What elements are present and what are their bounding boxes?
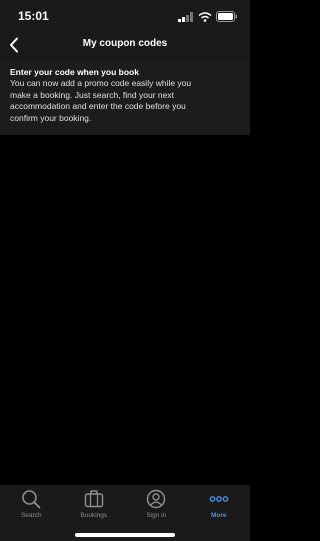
battery-icon (216, 9, 238, 27)
promo-heading: Enter your code when you book (10, 67, 139, 77)
promo-body-line: accommodation and enter the code before … (10, 101, 186, 111)
tab-sign-in[interactable]: Sign in (125, 485, 187, 519)
tab-more[interactable]: More (188, 485, 250, 519)
tab-search[interactable]: Search (0, 485, 62, 519)
promo-section: Enter your code when you book You can no… (0, 60, 250, 135)
suitcase-icon (84, 489, 104, 509)
status-time: 15:01 (18, 9, 49, 23)
tab-label: More (210, 512, 227, 519)
tab-label: Search (20, 512, 42, 519)
status-bar: 15:01 (0, 0, 250, 30)
nav-bar: My coupon codes (0, 30, 250, 60)
promo-body: You can now add a promo code easily whil… (10, 78, 240, 124)
more-dots-icon (209, 489, 229, 509)
promo-body-line: You can now add a promo code easily whil… (10, 78, 192, 88)
status-icons (178, 9, 238, 27)
tab-bookings[interactable]: Bookings (63, 485, 125, 519)
tab-label: Bookings (80, 512, 108, 519)
tab-label: Sign in (146, 512, 167, 519)
promo-body-line: confirm your booking. (10, 112, 92, 123)
page-title: My coupon codes (82, 38, 168, 49)
promo-body-line: make a booking. Just search, find your n… (10, 89, 174, 100)
wifi-icon (198, 9, 212, 27)
signal-icon (178, 9, 194, 27)
home-indicator[interactable] (75, 533, 175, 537)
search-icon (21, 489, 41, 509)
profile-icon (146, 489, 166, 509)
